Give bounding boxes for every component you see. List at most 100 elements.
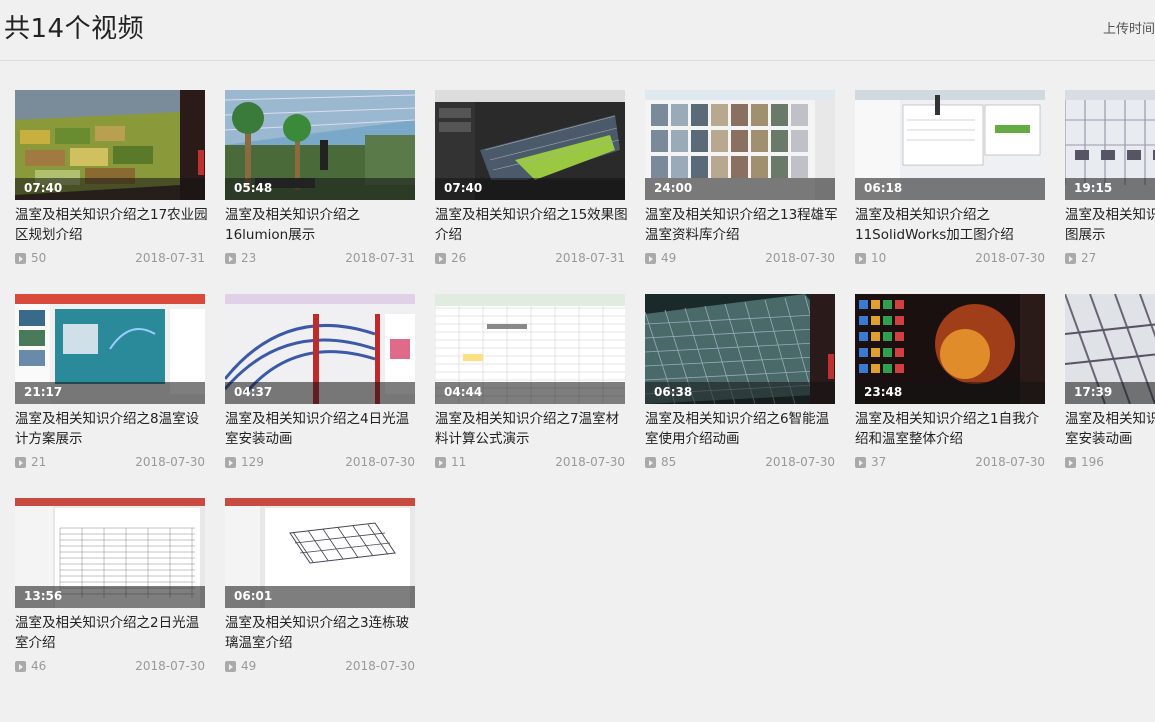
video-meta: 26 2018-07-31 [435, 251, 625, 267]
video-thumbnail[interactable]: 06:38 [645, 294, 835, 404]
duration-overlay: 13:56 [15, 586, 205, 608]
play-count-icon [645, 457, 656, 468]
video-title[interactable]: 温室及相关知识介绍之15效果图介绍 [435, 205, 630, 245]
play-count-icon [855, 253, 866, 264]
duration-overlay: 07:40 [15, 178, 205, 200]
video-duration: 13:56 [24, 589, 63, 603]
video-card[interactable]: 06:38 温室及相关知识介绍之6智能温室使用介绍动画 85 2018-07-3… [645, 294, 835, 479]
play-count-icon [15, 253, 26, 264]
upload-date: 2018-07-31 [345, 251, 415, 265]
video-card[interactable]: 06:01 温室及相关知识介绍之3连栋玻璃温室介绍 49 2018-07-30 [225, 498, 415, 683]
video-card[interactable]: 21:17 温室及相关知识介绍之8温室设计方案展示 21 2018-07-30 [15, 294, 205, 479]
page-title: 共14个视频 [4, 14, 145, 44]
video-title[interactable]: 温室及相关知识介绍之1自我介绍和温室整体介绍 [855, 409, 1050, 449]
video-duration: 17:39 [1074, 385, 1113, 399]
video-thumbnail[interactable]: 07:40 [435, 90, 625, 200]
video-thumbnail[interactable]: 04:37 [225, 294, 415, 404]
video-duration: 07:40 [24, 181, 63, 195]
video-title[interactable]: 温室及相关知识介绍之7温室材料计算公式演示 [435, 409, 630, 449]
play-count: 85 [661, 455, 677, 469]
video-meta: 50 2018-07-31 [15, 251, 205, 267]
video-thumbnail[interactable]: 13:56 [15, 498, 205, 608]
video-title[interactable]: 温室及相关知识介绍之4日光温室安装动画 [225, 409, 420, 449]
video-card[interactable]: 23:48 温室及相关知识介绍之1自我介绍和温室整体介绍 37 2018-07-… [855, 294, 1045, 479]
video-grid: 07:40 温室及相关知识介绍之17农业园区规划介绍 50 2018-07-31… [15, 90, 1155, 722]
play-count: 21 [31, 455, 47, 469]
duration-overlay: 21:17 [15, 382, 205, 404]
duration-overlay: 19:15 [1065, 178, 1155, 200]
video-card[interactable]: 24:00 温室及相关知识介绍之13程雄军温室资料库介绍 49 2018-07-… [645, 90, 838, 275]
video-thumbnail[interactable]: 06:01 [225, 498, 415, 608]
video-meta: 49 2018-07-30 [645, 251, 835, 267]
upload-date: 2018-07-30 [135, 659, 205, 673]
play-count: 37 [871, 455, 887, 469]
play-count-icon [855, 457, 866, 468]
sort-by-upload-time[interactable]: 上传时间 [1103, 18, 1155, 37]
play-count-icon [1065, 457, 1076, 468]
play-count: 129 [241, 455, 264, 469]
video-title[interactable]: 温室及相关知识介绍之11SolidWorks加工图介绍 [855, 205, 1050, 245]
video-duration: 06:18 [864, 181, 903, 195]
play-count: 11 [451, 455, 467, 469]
upload-date: 2018-07-30 [975, 455, 1045, 469]
upload-date: 2018-07-30 [555, 455, 625, 469]
video-title[interactable]: 温室及相关知识介绍之8温室设计方案展示 [15, 409, 210, 449]
video-duration: 19:15 [1074, 181, 1113, 195]
video-title[interactable]: 温室及相关知识介绍之3连栋玻璃温室介绍 [225, 613, 420, 653]
video-duration: 04:44 [444, 385, 483, 399]
video-title[interactable]: 温室及相关知识介绍之6智能温室使用介绍动画 [645, 409, 840, 449]
video-meta: 49 2018-07-30 [225, 659, 415, 675]
video-card[interactable]: 06:18 温室及相关知识介绍之11SolidWorks加工图介绍 10 201… [855, 90, 1045, 275]
duration-overlay: 17:39 [1065, 382, 1155, 404]
play-count-icon [225, 457, 236, 468]
video-thumbnail[interactable]: 04:44 [435, 294, 625, 404]
video-thumbnail[interactable]: 23:48 [855, 294, 1045, 404]
video-card[interactable]: 04:44 温室及相关知识介绍之7温室材料计算公式演示 11 2018-07-3… [435, 294, 625, 479]
video-title[interactable]: 温室及相关知识介绍之2日光温室介绍 [15, 613, 210, 653]
upload-date: 2018-07-30 [765, 251, 835, 265]
play-count: 46 [31, 659, 47, 673]
video-card[interactable]: 13:56 温室及相关知识介绍之2日光温室介绍 46 2018-07-30 [15, 498, 205, 683]
page-header: 共14个视频 上传时间 [0, 0, 1155, 61]
play-count-icon [225, 253, 236, 264]
video-thumbnail[interactable]: 06:18 [855, 90, 1045, 200]
upload-date: 2018-07-30 [765, 455, 835, 469]
video-title[interactable]: 温室及相关知识介绍之13程雄军温室资料库介绍 [645, 205, 840, 245]
upload-date: 2018-07-30 [345, 659, 415, 673]
video-title[interactable]: 温室及相关知识介绍之16lumion展示 [225, 205, 420, 245]
video-meta: 10 2018-07-30 [855, 251, 1045, 267]
play-count-icon [225, 661, 236, 672]
video-card[interactable]: 17:39 温室及相关知识介绍之5连栋温室安装动画 196 2018-07-30 [1065, 294, 1155, 479]
play-count: 26 [451, 251, 467, 265]
video-title[interactable]: 温室及相关知识介绍之5连栋温室安装动画 [1065, 409, 1155, 449]
play-count-icon [1065, 253, 1076, 264]
upload-date: 2018-07-31 [135, 251, 205, 265]
video-title[interactable]: 温室及相关知识介绍之CAD施工图展示 [1065, 205, 1155, 245]
play-count: 196 [1081, 455, 1104, 469]
play-count-icon [15, 661, 26, 672]
video-card[interactable]: 07:40 温室及相关知识介绍之17农业园区规划介绍 50 2018-07-31 [15, 90, 208, 275]
video-duration: 21:17 [24, 385, 63, 399]
play-count: 10 [871, 251, 887, 265]
video-card[interactable]: 04:37 温室及相关知识介绍之4日光温室安装动画 129 2018-07-30 [225, 294, 415, 479]
video-meta: 37 2018-07-30 [855, 455, 1045, 471]
play-count-icon [645, 253, 656, 264]
video-thumbnail[interactable]: 24:00 [645, 90, 835, 200]
video-thumbnail[interactable]: 05:48 [225, 90, 415, 200]
video-meta: 23 2018-07-31 [225, 251, 415, 267]
video-duration: 24:00 [654, 181, 693, 195]
duration-overlay: 04:44 [435, 382, 625, 404]
video-card[interactable]: 05:48 温室及相关知识介绍之16lumion展示 23 2018-07-31 [225, 90, 415, 275]
video-thumbnail[interactable]: 21:17 [15, 294, 205, 404]
video-title[interactable]: 温室及相关知识介绍之17农业园区规划介绍 [15, 205, 210, 245]
video-card[interactable]: 19:15 温室及相关知识介绍之CAD施工图展示 27 2018-07-30 [1065, 90, 1155, 275]
video-card[interactable]: 07:40 温室及相关知识介绍之15效果图介绍 26 2018-07-31 [435, 90, 628, 275]
upload-date: 2018-07-30 [135, 455, 205, 469]
video-thumbnail[interactable]: 07:40 [15, 90, 205, 200]
video-meta: 21 2018-07-30 [15, 455, 205, 471]
video-thumbnail[interactable]: 17:39 [1065, 294, 1155, 404]
video-thumbnail[interactable]: 19:15 [1065, 90, 1155, 200]
play-count-icon [15, 457, 26, 468]
video-duration: 06:01 [234, 589, 273, 603]
video-duration: 05:48 [234, 181, 273, 195]
